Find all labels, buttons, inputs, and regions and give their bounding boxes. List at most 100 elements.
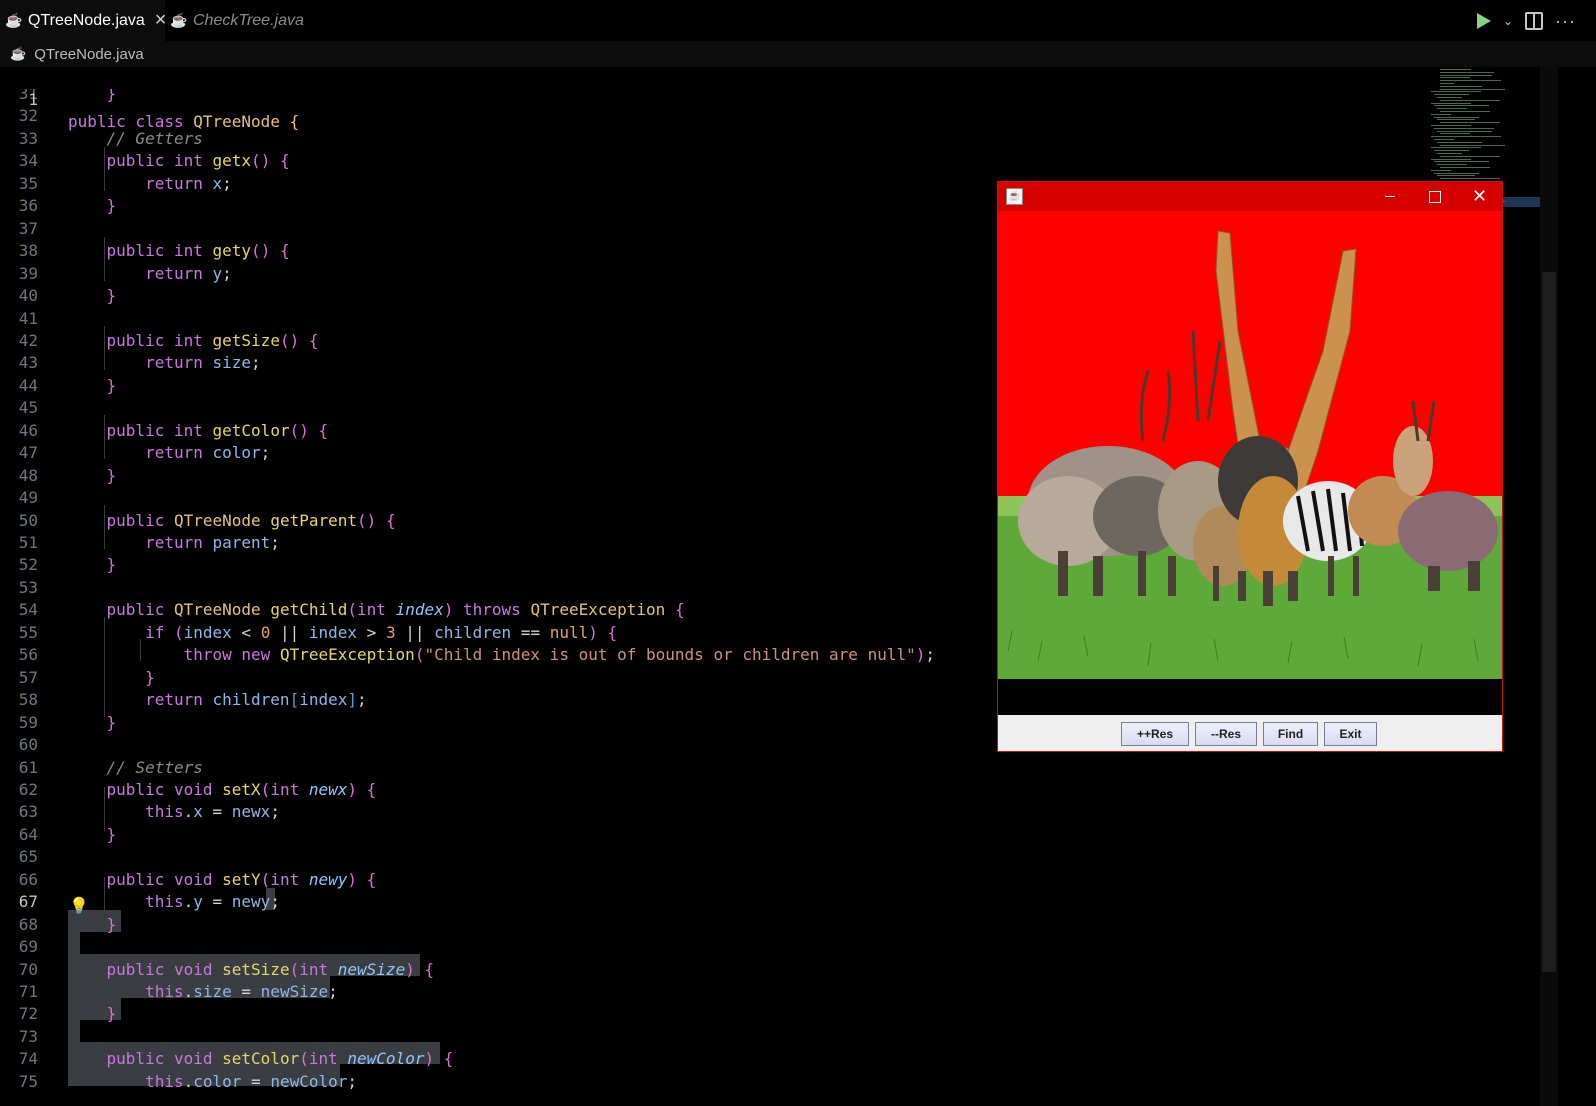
code-line[interactable]: 65 [0, 846, 1440, 868]
line-number: 44 [18, 375, 38, 395]
minimap-line [1440, 88, 1505, 90]
increase-resolution-button[interactable]: ++Res [1121, 722, 1189, 746]
minimap-line [1440, 111, 1490, 112]
code-line[interactable]: 68 } [0, 914, 1440, 936]
run-icon[interactable] [1476, 12, 1491, 29]
code-line[interactable]: 67 this.y = newy; [0, 891, 1440, 913]
minimap-line [1431, 136, 1501, 138]
minimap-line [1431, 169, 1451, 171]
line-number: 1 [28, 90, 38, 109]
line-number: 40 [18, 286, 38, 306]
minimap-line [1440, 144, 1505, 146]
code-line[interactable]: 73 [0, 1026, 1440, 1048]
line-number: 51 [18, 533, 38, 552]
minimap-line [1431, 113, 1451, 115]
minimap-line [1431, 125, 1471, 126]
line-number: 70 [18, 959, 38, 979]
line-number: 43 [18, 353, 38, 373]
line-number: 48 [18, 465, 38, 485]
image-canvas[interactable] [998, 211, 1502, 679]
minimap-line [1434, 150, 1469, 152]
code-text: return children[index]; [145, 690, 367, 710]
java-file-icon: ☕ [10, 46, 27, 61]
chevron-down-icon[interactable]: ⌄ [1503, 14, 1513, 28]
code-text: return color; [145, 443, 271, 463]
code-line[interactable]: 70 public void setSize(int newSize) { [0, 959, 1440, 981]
code-text: public int gety() { [106, 241, 290, 261]
code-text: this.x = newx; [145, 802, 280, 822]
close-window-button[interactable]: ✕ [1457, 182, 1502, 211]
window-title-bar[interactable]: ☕ ✕ [998, 182, 1502, 211]
tab-qtreenode[interactable]: ☕ QTreeNode.java × [0, 0, 166, 42]
code-line[interactable]: 69 [0, 936, 1440, 958]
scrollbar-thumb[interactable] [1542, 272, 1556, 972]
line-number: 46 [18, 420, 38, 440]
code-text: return x; [145, 173, 232, 193]
tab-checktree[interactable]: ☕ CheckTree.java [165, 0, 325, 41]
line-number: 37 [18, 218, 38, 238]
lightbulb-icon[interactable]: 💡 [69, 896, 89, 916]
line-number: 56 [18, 645, 38, 665]
minimap-line [1437, 164, 1467, 166]
java-app-window[interactable]: ☕ ✕ ++Res --Res Find Exit [997, 181, 1503, 752]
code-line[interactable]: 63 this.x = newx; [0, 801, 1440, 823]
minimap-line [1431, 91, 1481, 93]
code-line[interactable]: 62 public void setX(int newx) { [0, 779, 1440, 801]
line-number: 47 [18, 443, 38, 463]
minimap-line [1434, 116, 1479, 118]
minimize-button[interactable] [1367, 182, 1412, 211]
line-number: 54 [18, 600, 38, 620]
line-number: 71 [18, 982, 38, 1001]
code-text: return size; [145, 353, 261, 373]
breadcrumb-file[interactable]: QTreeNode.java [34, 46, 144, 63]
line-number: 59 [18, 712, 38, 732]
minimap-line [1437, 141, 1482, 143]
line-number: 60 [18, 735, 38, 755]
editor-actions: ⌄ ··· [1476, 0, 1576, 41]
split-editor-icon[interactable] [1525, 11, 1544, 30]
minimap-line [1437, 108, 1467, 110]
line-number: 50 [18, 510, 38, 530]
line-number: 65 [18, 847, 38, 867]
status-area [998, 679, 1502, 715]
code-line[interactable]: 64 } [0, 824, 1440, 846]
minimap-line [1434, 94, 1469, 96]
code-text: } [106, 1004, 117, 1024]
code-text: } [106, 465, 117, 485]
code-text: public QTreeNode getParent() { [106, 510, 396, 530]
code-line[interactable]: 71 this.size = newSize; [0, 981, 1440, 1003]
line-number: 57 [18, 667, 38, 687]
decrease-resolution-button[interactable]: --Res [1195, 722, 1257, 746]
code-text: public void setColor(int newColor) { [106, 1049, 454, 1069]
code-text: } [106, 555, 117, 575]
code-text: } [106, 914, 117, 934]
minimap-line [1434, 139, 1454, 140]
code-line[interactable]: 72 } [0, 1003, 1440, 1025]
minimap-line [1437, 97, 1462, 98]
code-line[interactable]: 74 public void setColor(int newColor) { [0, 1048, 1440, 1070]
vertical-scrollbar[interactable] [1540, 67, 1558, 1106]
minimap-line [1437, 153, 1462, 154]
minimap-line [1437, 119, 1475, 121]
button-bar: ++Res --Res Find Exit [998, 715, 1502, 751]
exit-button[interactable]: Exit [1324, 722, 1377, 746]
tab-label: CheckTree.java [193, 11, 304, 29]
line-number: 53 [18, 577, 38, 597]
code-line[interactable]: 34 public int getx() { [0, 150, 1440, 172]
line-number: 55 [18, 622, 38, 642]
minimap-line [1437, 85, 1482, 87]
code-line[interactable]: 66 public void setY(int newy) { [0, 869, 1440, 891]
minimap-line [1440, 99, 1500, 101]
line-number: 38 [18, 241, 38, 261]
code-text: // Setters [68, 757, 203, 777]
sticky-scroll-line[interactable]: 1 public class QTreeNode { [0, 67, 1440, 131]
line-number: 66 [18, 869, 38, 889]
code-text: } [106, 375, 117, 395]
code-line[interactable]: 61 // Setters [0, 757, 1440, 779]
code-line[interactable]: 75 this.color = newColor; [0, 1071, 1440, 1093]
maximize-button[interactable] [1412, 182, 1457, 211]
line-number: 72 [18, 1004, 38, 1024]
find-button[interactable]: Find [1263, 722, 1318, 746]
minimap-line [1434, 161, 1489, 163]
more-actions-icon[interactable]: ··· [1555, 12, 1576, 30]
